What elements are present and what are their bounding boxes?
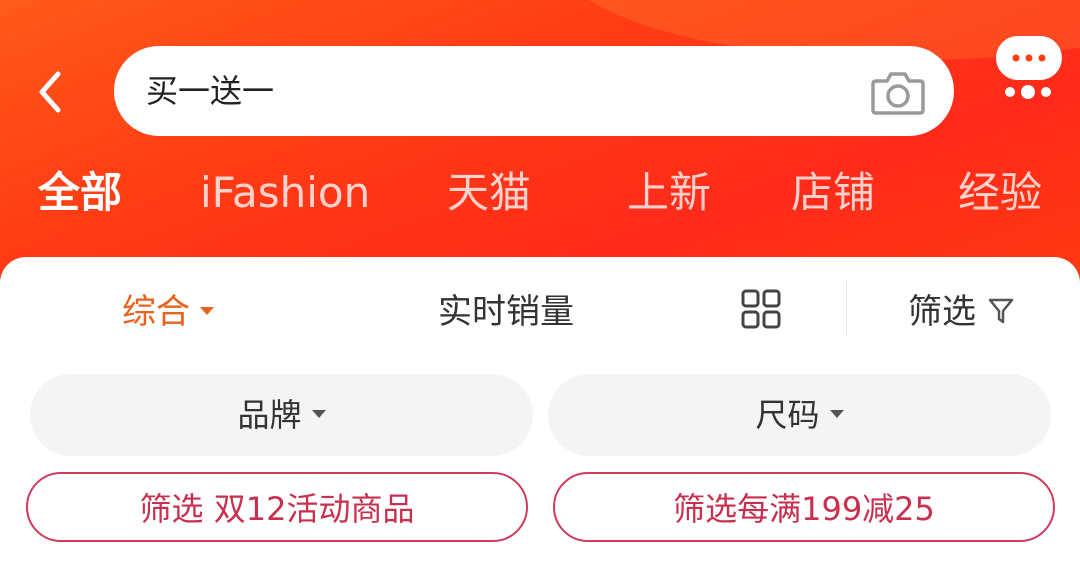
tab-experience[interactable]: 经验 [958,160,1042,226]
results-panel: 综合 实时销量 筛选 品牌 尺码 筛选 双12活动商品 筛选每满199减25 [0,257,1080,567]
camera-button[interactable] [870,67,926,117]
more-menu-button[interactable] [994,34,1064,102]
tab-stores[interactable]: 店铺 [791,160,875,226]
promo-double12-filter[interactable]: 筛选 双12活动商品 [26,472,528,542]
filter-button[interactable]: 筛选 [908,277,976,347]
search-input[interactable]: 买一送一 [146,46,274,136]
sort-realtime-sales[interactable]: 实时销量 [438,277,574,347]
sort-comprehensive[interactable]: 综合 [122,277,214,347]
header-bar: 买一送一 全部 iFashion 天猫 上新 店铺 经验 [0,0,1080,290]
size-filter[interactable]: 尺码 [548,374,1051,456]
promo-discount-filter[interactable]: 筛选每满199减25 [553,472,1055,542]
tab-tmall[interactable]: 天猫 [447,160,531,226]
grid-view-icon [741,289,781,329]
divider [846,279,847,337]
search-box[interactable]: 买一送一 [114,46,954,136]
tab-ifashion[interactable]: iFashion [200,160,370,226]
size-filter-label: 尺码 [755,396,820,434]
back-arrow-icon [39,71,61,113]
caret-down-icon [311,410,326,418]
category-tabs: 全部 iFashion 天猫 上新 店铺 经验 [0,160,1080,226]
brand-filter-label: 品牌 [237,396,302,434]
filter-label: 筛选 [908,292,976,332]
sort-comprehensive-label: 综合 [122,292,190,332]
camera-icon [871,72,925,115]
caret-down-icon [829,410,844,418]
tab-new[interactable]: 上新 [627,160,711,226]
filter-funnel-icon [988,297,1014,325]
layout-toggle-button[interactable] [741,289,781,329]
back-button[interactable] [30,66,74,118]
tab-all[interactable]: 全部 [38,160,122,226]
more-menu-icon [996,36,1062,99]
brand-filter[interactable]: 品牌 [30,374,533,456]
caret-down-icon [200,306,214,315]
